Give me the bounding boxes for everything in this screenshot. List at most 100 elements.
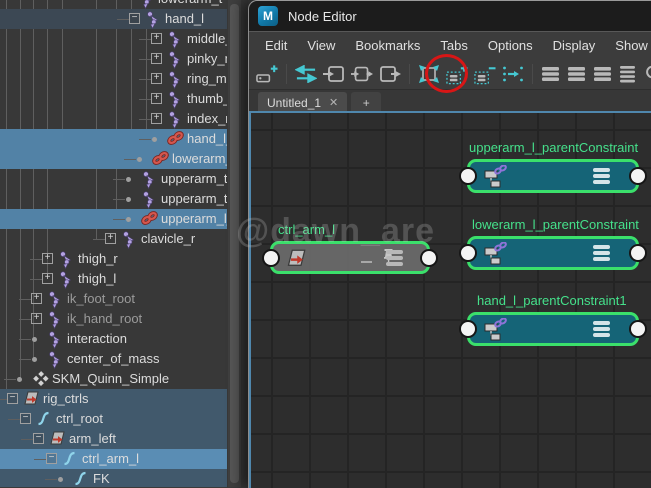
outliner-row-fk[interactable]: FK bbox=[0, 469, 227, 487]
output-port[interactable] bbox=[629, 320, 647, 338]
attribute-bars-icon[interactable] bbox=[592, 166, 612, 191]
expand-box-icon[interactable]: + bbox=[151, 53, 162, 64]
outliner-row-middle_m[interactable]: + middle_m bbox=[0, 29, 227, 49]
outliner-row-label: interaction bbox=[67, 331, 127, 346]
menu-view[interactable]: View bbox=[297, 38, 345, 53]
outliner-row-hand_l_p[interactable]: hand_l_p bbox=[0, 129, 227, 149]
outliner-row-pinky_me[interactable]: + pinky_me bbox=[0, 49, 227, 69]
outliner-row-label: ctrl_root bbox=[56, 411, 103, 426]
outliner-row-ik_hand_root[interactable]: + ik_hand_root bbox=[0, 309, 227, 329]
expand-box-icon[interactable]: + bbox=[105, 233, 116, 244]
expand-box-icon[interactable]: + bbox=[151, 93, 162, 104]
outliner-row-label: thigh_l bbox=[78, 271, 117, 286]
tree-connector-line bbox=[30, 279, 42, 280]
outliner-row-upperarm_twi[interactable]: upperarm_twi bbox=[0, 189, 227, 209]
tab-close-icon[interactable]: ✕ bbox=[329, 96, 338, 109]
attribute-bars-icon[interactable] bbox=[592, 319, 612, 344]
expand-box-icon[interactable]: + bbox=[31, 293, 42, 304]
outliner-row-thigh_l[interactable]: + thigh_l bbox=[0, 269, 227, 289]
expand-box-icon[interactable]: + bbox=[151, 113, 162, 124]
input-port[interactable] bbox=[262, 248, 280, 267]
collapse-box-icon[interactable]: − bbox=[129, 13, 140, 24]
outliner-row-ik_foot_root[interactable]: + ik_foot_root bbox=[0, 289, 227, 309]
tab-add-button[interactable]: + bbox=[351, 92, 382, 113]
tab-untitled-1[interactable]: Untitled_1 ✕ bbox=[258, 92, 348, 113]
input-port[interactable] bbox=[459, 320, 477, 338]
outliner-row-upperarm_twi[interactable]: upperarm_twi bbox=[0, 169, 227, 189]
node-upperarm_l_parentConstraint[interactable] bbox=[459, 159, 647, 193]
outliner-row-ctrl_arm_l[interactable]: − ctrl_arm_l bbox=[0, 449, 227, 469]
pin-connections-icon[interactable] bbox=[502, 64, 524, 84]
outliner-row-lowerarm_l[interactable]: lowerarm_l bbox=[0, 149, 227, 169]
display-mode-custom-icon[interactable] bbox=[619, 64, 638, 84]
display-mode-full-icon[interactable] bbox=[593, 64, 613, 84]
add-node-icon[interactable] bbox=[256, 64, 278, 84]
collapse-box-icon[interactable]: − bbox=[7, 393, 18, 404]
tree-connector-line bbox=[30, 259, 42, 260]
menu-edit[interactable]: Edit bbox=[255, 38, 297, 53]
expand-box-icon[interactable]: + bbox=[151, 33, 162, 44]
outliner-row-label: lowerarm_l bbox=[172, 151, 227, 166]
expand-box-icon[interactable]: + bbox=[151, 73, 162, 84]
remove-selected-from-graph-icon[interactable] bbox=[474, 64, 496, 84]
output-connections-icon[interactable] bbox=[379, 64, 401, 84]
outliner-row-ring_met[interactable]: + ring_met bbox=[0, 69, 227, 89]
outliner-scrollbar-thumb[interactable] bbox=[230, 4, 239, 483]
input-port[interactable] bbox=[459, 244, 477, 262]
search-icon[interactable] bbox=[644, 64, 651, 84]
outliner-row-clavicle_r[interactable]: + clavicle_r bbox=[0, 229, 227, 249]
menu-display[interactable]: Display bbox=[543, 38, 606, 53]
outliner-row-thigh_r[interactable]: + thigh_r bbox=[0, 249, 227, 269]
collapse-box-icon[interactable]: − bbox=[33, 433, 44, 444]
menu-bookmarks[interactable]: Bookmarks bbox=[345, 38, 430, 53]
collapse-box-icon[interactable]: − bbox=[46, 453, 57, 464]
outliner-row-skm_quinn_simple[interactable]: SKM_Quinn_Simple bbox=[0, 369, 227, 389]
output-port[interactable] bbox=[629, 167, 647, 185]
toolbar-separator bbox=[532, 64, 533, 84]
tree-connector-line bbox=[8, 419, 20, 420]
collapse-box-icon[interactable]: − bbox=[20, 413, 31, 424]
input-port[interactable] bbox=[459, 167, 477, 185]
attribute-bars-icon[interactable] bbox=[592, 243, 612, 268]
input-connections-icon[interactable] bbox=[323, 64, 345, 84]
menu-options[interactable]: Options bbox=[478, 38, 543, 53]
outliner-row-arm_left[interactable]: − arm_left bbox=[0, 429, 227, 449]
tree-connector-line bbox=[19, 339, 31, 340]
skm-icon bbox=[32, 370, 50, 388]
expand-box-icon[interactable]: + bbox=[42, 273, 53, 284]
attribute-bars-icon[interactable] bbox=[385, 248, 405, 273]
node-ctrl_arm_l[interactable] bbox=[262, 241, 438, 274]
joint-icon bbox=[167, 111, 184, 129]
node-graph-canvas[interactable]: upperarm_l_parentConstraint ctrl_arm_l l… bbox=[249, 111, 651, 488]
menu-show[interactable]: Show bbox=[605, 38, 651, 53]
outliner-row-label: upperarm_twi bbox=[161, 171, 227, 186]
node-title-hand_l_parentConstraint1: hand_l_parentConstraint1 bbox=[477, 293, 627, 308]
output-port[interactable] bbox=[629, 244, 647, 262]
outliner-row-ctrl_root[interactable]: − ctrl_root bbox=[0, 409, 227, 429]
outliner-row-rig_ctrls[interactable]: − rig_ctrls bbox=[0, 389, 227, 409]
tree-connector-line bbox=[117, 19, 129, 20]
outliner-row-thumb_0[interactable]: + thumb_0 bbox=[0, 89, 227, 109]
outliner-row-center_of_mass[interactable]: center_of_mass bbox=[0, 349, 227, 369]
expand-box-icon[interactable]: + bbox=[31, 313, 42, 324]
joint-icon bbox=[58, 271, 75, 289]
menu-tabs[interactable]: Tabs bbox=[430, 38, 477, 53]
input-and-output-connections-icon[interactable] bbox=[351, 64, 373, 84]
display-mode-connected-icon[interactable] bbox=[567, 64, 587, 84]
tree-connector-line bbox=[113, 219, 125, 220]
outliner-row-interaction[interactable]: interaction bbox=[0, 329, 227, 349]
outliner-row-index_me[interactable]: + index_me bbox=[0, 109, 227, 129]
display-mode-simple-icon[interactable] bbox=[541, 64, 561, 84]
outliner-row-upperarm_l_p[interactable]: upperarm_l_p bbox=[0, 209, 227, 229]
window-titlebar[interactable]: M Node Editor bbox=[249, 1, 651, 31]
swap-input-output-connections-icon[interactable] bbox=[295, 64, 317, 84]
expand-box-icon[interactable]: + bbox=[42, 253, 53, 264]
output-port[interactable] bbox=[420, 248, 438, 267]
node-hand_l_parentConstraint1[interactable] bbox=[459, 312, 647, 346]
outliner-row-label: middle_m bbox=[187, 31, 227, 46]
node-lowerarm_l_parentConstraint[interactable] bbox=[459, 236, 647, 270]
outliner-row-lowerarm_t[interactable]: lowerarm_t bbox=[0, 0, 227, 9]
outliner-row-hand_l[interactable]: − hand_l bbox=[0, 9, 227, 29]
tree-connector-line bbox=[19, 319, 31, 320]
outliner-scrollbar[interactable] bbox=[228, 0, 241, 487]
